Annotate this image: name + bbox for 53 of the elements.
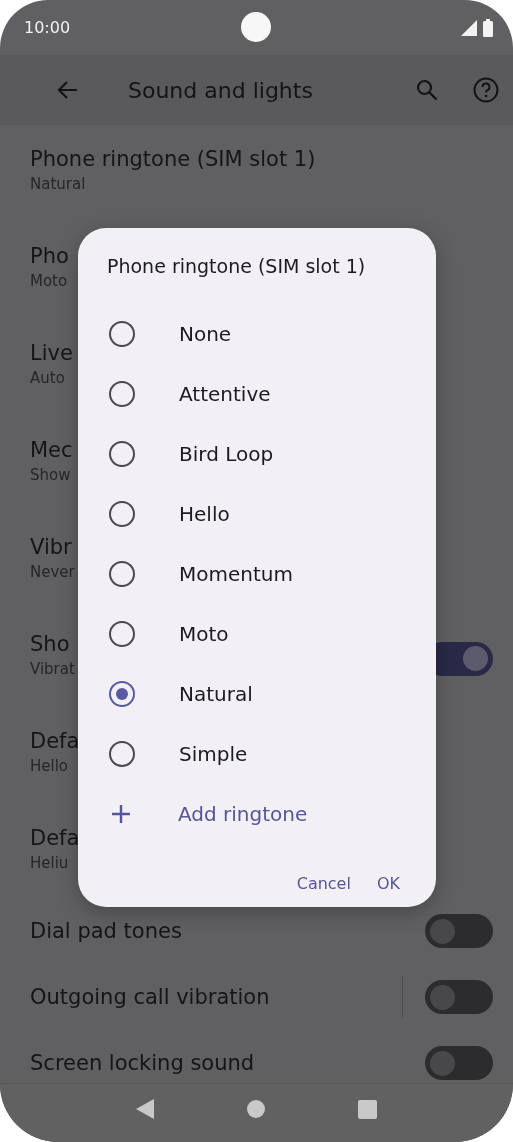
setting-title: Sho	[30, 631, 70, 658]
setting-value: Heliu	[30, 853, 69, 874]
toggle-switch[interactable]	[425, 1046, 493, 1080]
setting-value: Natural	[30, 174, 86, 195]
setting-title: Mec	[30, 437, 73, 464]
radio-button[interactable]	[109, 741, 135, 767]
back-nav-icon[interactable]	[136, 1099, 155, 1119]
setting-value: Show	[30, 465, 71, 486]
setting-title: Live	[30, 340, 73, 367]
ringtone-option[interactable]: Bird Loop	[179, 442, 274, 466]
setting-value: Never	[30, 562, 75, 583]
toolbar-title: Sound and lights	[128, 77, 314, 103]
radio-button[interactable]	[109, 561, 135, 587]
ringtone-option[interactable]: Momentum	[179, 562, 293, 586]
setting-title: Pho	[30, 243, 69, 270]
signal-icon	[461, 19, 477, 36]
add-ringtone-button[interactable]: Add ringtone	[78, 784, 308, 844]
radio-button[interactable]	[109, 681, 135, 707]
setting-value: Vibrat	[30, 659, 75, 680]
setting-title: Outgoing call vibration	[30, 984, 270, 1011]
setting-value: Hello	[30, 756, 69, 777]
radio-button[interactable]	[109, 321, 135, 347]
dialog-button[interactable]: Cancel	[286, 866, 361, 901]
dialog-button[interactable]: OK	[366, 866, 410, 901]
ringtone-option[interactable]: Attentive	[179, 382, 271, 406]
setting-title: Dial pad tones	[30, 918, 182, 945]
plus-icon	[111, 804, 131, 824]
status-time: 10:00	[24, 18, 71, 37]
setting-title: Defa	[30, 728, 80, 755]
setting-title: Defa	[30, 825, 80, 852]
setting-title: Phone ringtone (SIM slot 1)	[30, 146, 316, 173]
home-nav-icon[interactable]	[247, 1100, 265, 1118]
dialog-title: Phone ringtone (SIM slot 1)	[107, 254, 367, 279]
recents-nav-icon[interactable]	[357, 1099, 377, 1119]
setting-value: Moto	[30, 271, 68, 292]
radio-button[interactable]	[109, 441, 135, 467]
radio-button[interactable]	[109, 381, 135, 407]
toggle-switch[interactable]	[425, 980, 493, 1014]
radio-button[interactable]	[109, 501, 135, 527]
camera-cutout	[241, 12, 271, 42]
radio-button[interactable]	[109, 621, 135, 647]
battery-icon	[483, 18, 493, 37]
ringtone-option[interactable]: Natural	[179, 682, 253, 706]
ringtone-option[interactable]: Hello	[179, 502, 230, 526]
search-button[interactable]	[415, 78, 439, 102]
ringtone-option[interactable]: None	[179, 322, 232, 346]
setting-title: Vibr	[30, 534, 72, 561]
ringtone-option[interactable]: Simple	[179, 742, 248, 766]
setting-title: Screen locking sound	[30, 1050, 255, 1077]
setting-value: Auto	[30, 368, 65, 389]
ringtone-option[interactable]: Moto	[179, 622, 229, 646]
help-button[interactable]	[473, 77, 499, 103]
toggle-switch[interactable]	[425, 914, 493, 948]
